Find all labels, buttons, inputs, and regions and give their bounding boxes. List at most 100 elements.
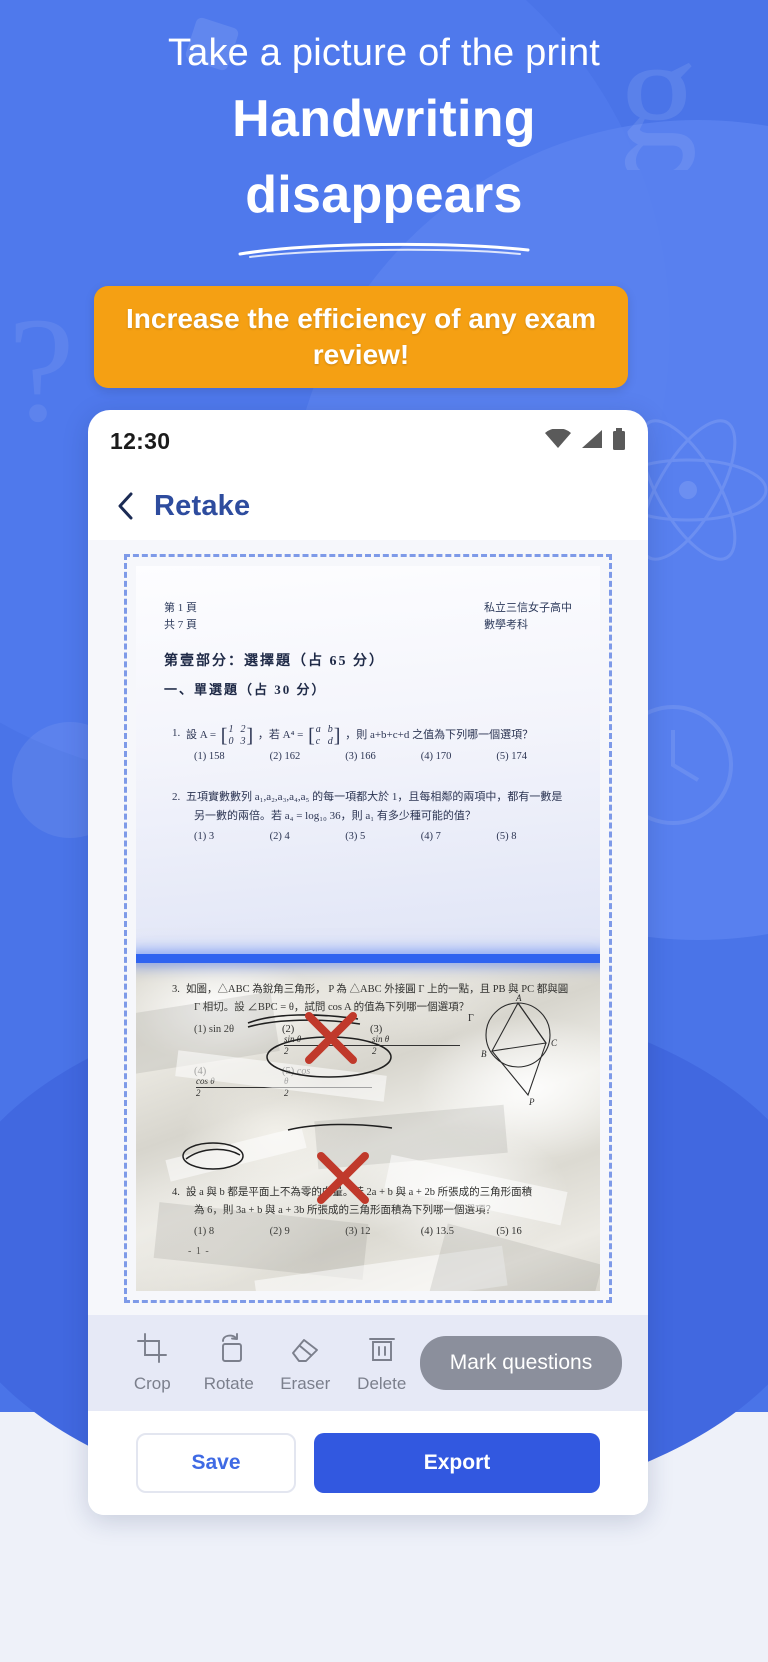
- question-4: 4. 設 a 與 b 都是平面上不為零的向量。若 2a + b 與 a + 2b…: [164, 1184, 572, 1238]
- promo-subtitle: Take a picture of the print: [167, 32, 601, 74]
- underline-swoosh-icon: [0, 238, 768, 265]
- question-1-options: (1) 158 (2) 162 (3) 166 (4) 170 (5) 174: [164, 751, 572, 762]
- question-1-text-before: 設 A =: [186, 729, 217, 742]
- edit-toolbar: Crop Rotate Eraser Delete Mark questions: [88, 1315, 648, 1411]
- promo-badge: Increase the efficiency of any exam revi…: [94, 286, 628, 388]
- status-bar: 12:30: [88, 410, 648, 472]
- promo-headline: Take a picture of the print Handwriting …: [0, 30, 768, 265]
- battery-icon: [612, 427, 626, 455]
- document-clean-region: 第 1 頁 共 7 頁 私立三信女子高中 數學考科 第壹部分：選擇題（占 65 …: [136, 566, 600, 958]
- rotate-icon: [214, 1332, 244, 1368]
- question-1-text: 設 A = [ 1 2 0 3 ] ，若 A⁴ = [a b c d] ，則…: [186, 724, 572, 747]
- crop-tool-label: Crop: [133, 1373, 171, 1393]
- matrix-a-cell-2: 0: [228, 735, 234, 747]
- crumple-fold-4: [165, 1126, 307, 1182]
- question-2-option-2: (2) 4: [269, 831, 290, 843]
- question-2-option-4: (4) 7: [420, 831, 441, 843]
- signal-icon: [580, 429, 603, 454]
- handwriting-underline-2: [286, 1121, 396, 1140]
- question-4-number: 4.: [172, 1186, 180, 1198]
- mark-questions-button[interactable]: Mark questions: [420, 1336, 622, 1390]
- delete-tool-button[interactable]: Delete: [344, 1333, 421, 1394]
- document-page-number: - 1 -: [188, 1246, 210, 1257]
- question-3-option-4: (4) cos θ 2: [194, 1066, 284, 1098]
- question-4-options: (1) 8 (2) 9 (3) 12 (4) 13.5 (5) 16: [164, 1226, 572, 1237]
- question-1-option-5: (5) 174: [496, 751, 527, 763]
- question-2: 2. 五項實數數列 a₁,a₂,a₃,a₄,a₅ 的每一項都大於 1，且每相鄰的…: [164, 788, 572, 842]
- matrix-a-cell-3: 3: [240, 735, 246, 747]
- question-2-line2: 另一數的兩倍。若 a₄ = log₁₀ 36，則 a₁ 有多少種可能的值？: [194, 810, 476, 823]
- question-3-option-1: (1) sin 2θ: [194, 1023, 235, 1035]
- document-school-subject: 私立三信女子高中 數學考科: [484, 602, 572, 632]
- svg-text:C: C: [551, 1038, 558, 1048]
- question-1: 1. 設 A = [ 1 2 0 3] ，若 A⁴ = [a b c d]…: [164, 724, 572, 762]
- question-4-line1: 設 a 與 b 都是平面上不為零的向量。若 2a + b 與 a + 2b 所張…: [186, 1186, 533, 1198]
- document-original-region: 3. 如圖，△ABC 為銳角三角形， P 為 △ABC 外接圓 Γ 上的一點，且…: [136, 963, 600, 1291]
- eraser-tool-button[interactable]: Eraser: [267, 1333, 344, 1394]
- crop-selection-frame[interactable]: 第 1 頁 共 7 頁 私立三信女子高中 數學考科 第壹部分：選擇題（占 65 …: [124, 554, 612, 1303]
- question-3-number: 3.: [172, 984, 180, 995]
- matrix-a-cell-0: 1: [228, 724, 234, 736]
- crop-icon: [137, 1332, 168, 1368]
- crop-tool-button[interactable]: Crop: [114, 1332, 191, 1394]
- handwriting-circle-2: [178, 1139, 248, 1178]
- scanned-document: 第 1 頁 共 7 頁 私立三信女子高中 數學考科 第壹部分：選擇題（占 65 …: [136, 566, 600, 1291]
- question-1-option-2: (2) 162: [269, 751, 301, 763]
- matrix-b-cell-1: b: [327, 724, 333, 736]
- question-3-geometry-figure: Γ A B C P: [466, 991, 576, 1107]
- eraser-tool-label: Eraser: [280, 1373, 331, 1393]
- question-1-text-mid: ，若 A⁴ =: [257, 729, 304, 742]
- promo-badge-label: Increase the efficiency of any exam revi…: [126, 303, 596, 370]
- document-header: 第 1 頁 共 7 頁 私立三信女子高中 數學考科: [164, 600, 572, 634]
- document-page-indicator: 第 1 頁 共 7 頁: [164, 602, 197, 632]
- question-4-option-2: (2) 9: [269, 1226, 290, 1238]
- question-2-line1: 五項實數數列 a₁,a₂,a₃,a₄,a₅ 的每一項都大於 1，且每相鄰的兩項中…: [186, 791, 563, 804]
- question-1-option-1: (1) 158: [194, 751, 225, 763]
- scan-stage: 第 1 頁 共 7 頁 私立三信女子高中 數學考科 第壹部分：選擇題（占 65 …: [88, 540, 648, 1315]
- page-title: Retake: [154, 489, 251, 522]
- crumple-shade-2: [314, 1104, 508, 1170]
- app-bar: Retake: [88, 472, 648, 540]
- phone-mockup: 12:30 Retake 第 1 頁 共 7 頁 私立三信女子高中 數學考科 第…: [88, 410, 648, 1515]
- back-chevron-icon[interactable]: [112, 492, 140, 520]
- question-1-number: 1.: [172, 727, 181, 740]
- svg-text:P: P: [528, 1097, 535, 1106]
- question-3-option-3-fraction: sin θ 2: [372, 1034, 460, 1056]
- question-2-option-3: (3) 5: [345, 831, 366, 843]
- svg-text:B: B: [481, 1049, 487, 1059]
- question-3-option-4-fraction: cos θ 2: [196, 1076, 284, 1098]
- question-3-option-2-fraction: sin θ 2: [284, 1034, 372, 1056]
- matrix-a-cell-1: 2: [240, 724, 246, 736]
- eraser-icon: [290, 1333, 320, 1368]
- question-4-line2: 為 6，則 3a + b 與 a + 3b 所張成的三角形面積為下列哪一個選項？: [194, 1204, 497, 1216]
- save-button[interactable]: Save: [136, 1433, 296, 1493]
- question-2-number: 2.: [172, 791, 181, 804]
- question-4-option-1: (1) 8: [194, 1226, 215, 1238]
- question-3-option-5-fraction: θ 2: [284, 1076, 372, 1098]
- question-3-option-3: (3) sin θ 2: [370, 1024, 460, 1056]
- question-2-option-1: (1) 3: [194, 831, 215, 843]
- document-section-title: 第壹部分：選擇題（占 65 分）: [164, 654, 385, 670]
- question-3-option-5: (5) cos θ 2: [282, 1066, 372, 1098]
- question-1-text-after: ，則 a+b+c+d 之值為下列哪一個選項？: [345, 729, 534, 742]
- status-time: 12:30: [110, 427, 171, 454]
- export-button[interactable]: Export: [314, 1433, 600, 1493]
- question-1-matrix-b: [ a b c d ]: [308, 724, 341, 747]
- rotate-tool-button[interactable]: Rotate: [191, 1332, 268, 1394]
- question-4-option-5: (5) 16: [496, 1226, 522, 1238]
- crumple-fold-3: [254, 1245, 508, 1291]
- action-footer: Save Export: [88, 1411, 648, 1515]
- question-2-options: (1) 3 (2) 4 (3) 5 (4) 7 (5) 8: [164, 831, 572, 842]
- status-icon-group: [545, 427, 626, 455]
- svg-text:A: A: [515, 993, 522, 1003]
- delete-icon: [367, 1333, 397, 1368]
- delete-tool-label: Delete: [357, 1373, 407, 1393]
- promo-title-line2: disappears: [245, 165, 523, 224]
- question-4-option-3: (3) 12: [345, 1226, 371, 1238]
- question-1-option-4: (4) 170: [420, 751, 452, 763]
- svg-text:Γ: Γ: [468, 1013, 474, 1024]
- promo-title-line1: Handwriting: [232, 89, 536, 148]
- question-2-option-5: (5) 8: [496, 831, 517, 843]
- rotate-tool-label: Rotate: [203, 1373, 254, 1393]
- matrix-b-cell-3: d: [327, 735, 333, 747]
